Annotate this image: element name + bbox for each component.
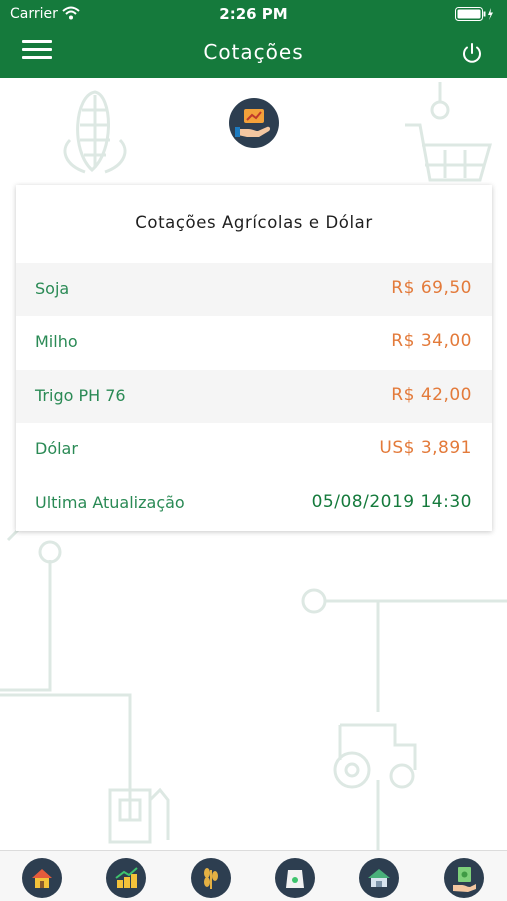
last-update-row: Ultima Atualização 05/08/2019 14:30 <box>16 477 492 530</box>
last-update-value: 05/08/2019 14:30 <box>311 492 472 512</box>
nav-bar: Cotações <box>0 28 507 78</box>
barn-icon <box>368 869 390 887</box>
quote-value: R$ 69,50 <box>391 278 472 298</box>
tab-property[interactable] <box>359 858 399 898</box>
corn-icon <box>76 90 110 173</box>
home-icon <box>32 869 52 888</box>
card-title: Cotações Agrícolas e Dólar <box>135 213 373 232</box>
tab-charts[interactable] <box>106 858 146 898</box>
money-hand-icon <box>453 867 476 892</box>
app-logo <box>229 98 279 148</box>
quote-label: Soja <box>35 279 70 298</box>
hand-chart-icon <box>235 109 271 137</box>
wheat-icon <box>204 868 218 889</box>
tab-inputs[interactable] <box>275 858 315 898</box>
quote-label: Trigo PH 76 <box>35 386 126 405</box>
quote-row-milho: Milho R$ 34,00 <box>16 316 492 369</box>
tab-home[interactable] <box>22 858 62 898</box>
page-title: Cotações <box>203 40 304 64</box>
battery-icon <box>455 7 493 21</box>
quote-value: R$ 34,00 <box>391 331 472 351</box>
power-icon[interactable] <box>461 42 483 64</box>
last-update-label: Ultima Atualização <box>35 493 185 512</box>
quote-label: Milho <box>35 332 78 351</box>
tab-bar <box>0 850 507 901</box>
status-time: 2:26 PM <box>219 5 288 23</box>
quote-row-trigo: Trigo PH 76 R$ 42,00 <box>16 370 492 423</box>
quotes-card: Cotações Agrícolas e Dólar Soja R$ 69,50… <box>16 185 492 531</box>
chart-coins-icon <box>115 867 138 888</box>
quote-value: US$ 3,891 <box>379 438 472 458</box>
quote-label: Dólar <box>35 439 78 458</box>
seed-bag-icon <box>286 870 304 888</box>
quote-row-soja: Soja R$ 69,50 <box>16 263 492 316</box>
quote-value: R$ 42,00 <box>391 385 472 405</box>
status-bar: Carrier 2:26 PM <box>0 0 507 28</box>
tab-grains[interactable] <box>191 858 231 898</box>
tab-finance[interactable] <box>444 858 484 898</box>
quote-row-dolar: Dólar US$ 3,891 <box>16 423 492 476</box>
